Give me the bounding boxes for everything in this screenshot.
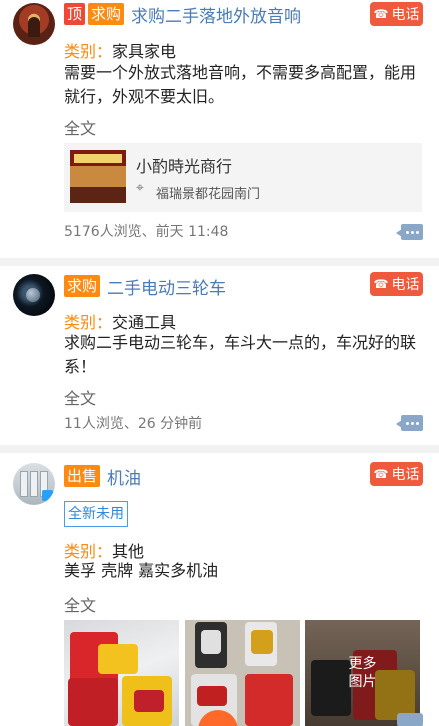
post-title-line: 求购 二手电动三轮车 [64, 274, 226, 299]
product-photo[interactable] [64, 620, 179, 726]
more-photos-overlay: 更多 图片 [305, 620, 420, 726]
post-stats: 5176人浏览、前天 11:48 [64, 224, 229, 240]
planet-image [26, 288, 40, 302]
more-photos-label: 图片 [348, 674, 377, 690]
post-description: 需要一个外放式落地音响，不需要多高配置，能用就行，外观不要太旧。 [64, 63, 417, 106]
call-button-label: 电话 [391, 467, 420, 483]
phone-icon: ☎ [373, 467, 389, 481]
full-text-link[interactable]: 全文 [64, 385, 96, 409]
sell-tag: 出售 [64, 465, 101, 487]
pinned-tag: 顶 [64, 3, 86, 25]
storefront-image [28, 17, 40, 37]
more-photos-label: 更多 [348, 656, 377, 672]
post-card[interactable]: 顶 求购 求购二手落地外放音响 ☎ 电话 类别：家具家电 需要一个外放式落地音响… [0, 0, 439, 258]
comment-icon[interactable] [396, 415, 423, 431]
full-text-link[interactable]: 全文 [64, 115, 96, 139]
shop-name: 小酌時光商行 [136, 157, 233, 176]
avatar[interactable] [13, 463, 55, 505]
category-value: 交通工具 [112, 313, 177, 332]
buy-tag: 求购 [64, 275, 101, 297]
phone-icon: ☎ [373, 277, 389, 291]
post-stats: 11人浏览、26 分钟前 [64, 416, 203, 432]
shop-photo [70, 150, 126, 203]
post-title[interactable]: 二手电动三轮车 [107, 274, 226, 299]
buy-tag: 求购 [88, 3, 125, 25]
divider [0, 258, 439, 266]
product-photo[interactable] [185, 620, 300, 726]
post-title[interactable]: 机油 [107, 464, 141, 489]
category-key: 类别： [64, 313, 113, 332]
comment-icon[interactable] [397, 713, 423, 726]
phone-icon: ☎ [373, 7, 389, 21]
post-description: 美孚 壳牌 嘉实多机油 [64, 561, 219, 580]
post-title-line: 出售 机油 [64, 464, 141, 489]
post-title-line: 顶 求购 求购二手落地外放音响 [64, 2, 301, 27]
comment-icon[interactable] [396, 224, 423, 240]
category-key: 类别： [64, 42, 113, 61]
category: 类别：家具家电 [64, 38, 176, 62]
shop-card[interactable]: 小酌時光商行 ⌖ 福瑞景都花园南门 [64, 143, 422, 212]
post-card[interactable]: 求购 二手电动三轮车 ☎ 电话 类别：交通工具 求购二手电动三轮车，车斗大一点的… [0, 266, 439, 445]
divider [0, 445, 439, 453]
call-button[interactable]: ☎ 电话 [370, 462, 423, 486]
more-photos-button[interactable]: 更多 图片 [305, 620, 420, 726]
call-button-label: 电话 [391, 7, 420, 23]
call-button[interactable]: ☎ 电话 [370, 272, 423, 296]
call-button[interactable]: ☎ 电话 [370, 2, 423, 26]
call-button-label: 电话 [391, 277, 420, 293]
avatar[interactable] [13, 274, 55, 316]
condition-tag: 全新未用 [64, 501, 128, 527]
category-value: 家具家电 [112, 42, 177, 61]
category: 类别：交通工具 [64, 309, 176, 333]
shop-address: 福瑞景都花园南门 [156, 187, 261, 202]
post-description: 求购二手电动三轮车，车斗大一点的，车况好的联系！ [64, 333, 417, 376]
verified-badge-icon [42, 490, 53, 501]
avatar[interactable] [13, 3, 55, 45]
location-pin-icon: ⌖ [136, 180, 144, 196]
post-title[interactable]: 求购二手落地外放音响 [131, 2, 301, 27]
shop-sign [74, 154, 122, 163]
full-text-link[interactable]: 全文 [64, 592, 96, 616]
